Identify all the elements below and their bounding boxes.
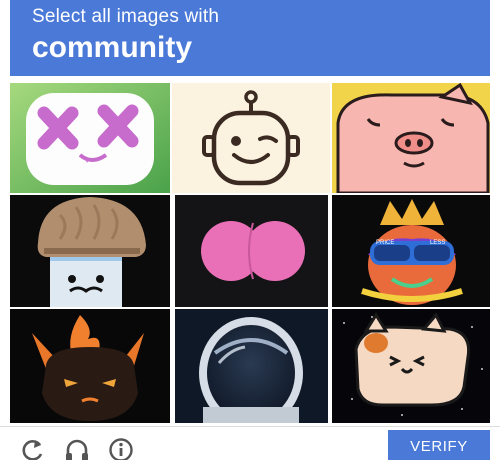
image-tile-1[interactable]: [10, 83, 170, 193]
astronaut-helmet-image: [175, 309, 328, 423]
image-tile-4[interactable]: MILK: [10, 195, 170, 307]
image-tile-8[interactable]: [175, 309, 328, 423]
headphones-icon[interactable]: [64, 437, 90, 460]
image-tile-2[interactable]: [172, 83, 330, 193]
pink-pig-image: [332, 83, 490, 193]
flame-cat-image: [10, 309, 170, 423]
image-tile-5[interactable]: [175, 195, 328, 307]
image-tile-9[interactable]: [332, 309, 490, 423]
pink-circles-image: [175, 195, 328, 307]
rainbow-cat-goggles-image: PRICE LESS: [332, 195, 490, 307]
reload-icon[interactable]: [20, 437, 46, 460]
info-icon[interactable]: [108, 437, 134, 460]
goggle-right-label: LESS: [430, 240, 445, 246]
captcha-challenge: Select all images with community PRICE L…: [0, 0, 500, 460]
keyword-text: community: [32, 31, 193, 64]
image-tile-3[interactable]: [332, 83, 490, 193]
marshmello-face-image: [10, 83, 170, 193]
challenge-header: Select all images with community: [10, 0, 490, 76]
image-tile-7[interactable]: [10, 309, 170, 423]
flying-cat-space-image: [332, 309, 490, 423]
verify-button[interactable]: VERIFY: [388, 430, 490, 460]
goggle-left-label: PRICE: [376, 240, 394, 246]
image-tile-6[interactable]: PRICE LESS: [332, 195, 490, 307]
milk-carton-beanie-image: MILK: [10, 195, 170, 307]
image-grid: MILK: [10, 83, 490, 423]
winking-robot-image: [172, 83, 330, 193]
instruction-text: Select all images with: [32, 6, 220, 27]
